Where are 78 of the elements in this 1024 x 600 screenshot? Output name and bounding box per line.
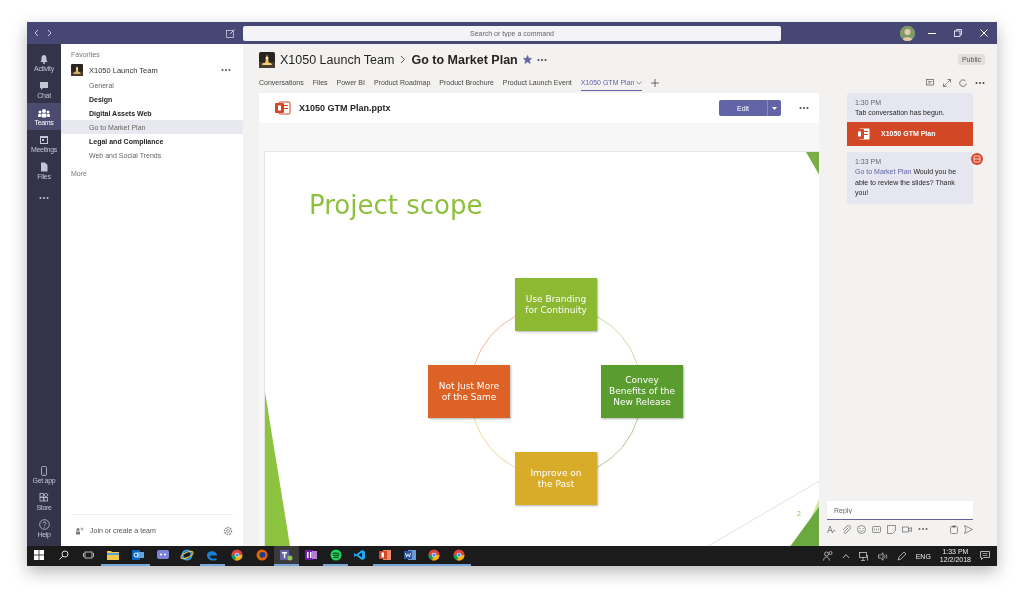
step-card: Not Just More of the Same xyxy=(428,365,510,418)
clipboard-icon[interactable] xyxy=(950,524,958,534)
conversation-icon[interactable] xyxy=(926,79,935,87)
more-icon[interactable] xyxy=(221,68,231,72)
more-icon[interactable] xyxy=(536,57,547,62)
windows-icon xyxy=(34,550,45,560)
phone-icon xyxy=(39,465,49,476)
close-icon xyxy=(980,29,988,37)
more-icon[interactable] xyxy=(39,195,49,200)
chevron-down-icon xyxy=(636,80,643,85)
avatar[interactable] xyxy=(900,25,915,41)
maximize-icon xyxy=(954,29,962,37)
back-icon[interactable] xyxy=(33,29,41,37)
gif-icon[interactable] xyxy=(872,524,881,534)
forward-icon[interactable] xyxy=(45,29,53,37)
refresh-icon[interactable] xyxy=(959,79,967,87)
video-icon[interactable] xyxy=(902,524,912,534)
bell-icon xyxy=(39,53,49,64)
store-icon xyxy=(39,492,49,503)
calendar-icon xyxy=(39,134,49,145)
edit-options-button[interactable] xyxy=(767,100,781,116)
browser-icon xyxy=(229,549,244,561)
browser-icon xyxy=(452,549,467,561)
presentation-file-icon xyxy=(275,100,291,116)
browser-icon xyxy=(205,549,220,561)
add-team-icon xyxy=(75,526,84,535)
connector-arc xyxy=(473,315,516,366)
avatar-icon xyxy=(971,153,983,166)
browser-icon xyxy=(254,549,269,561)
chat-app-icon xyxy=(155,549,170,561)
music-app-icon xyxy=(328,549,343,561)
sticker-icon[interactable] xyxy=(887,524,896,534)
format-icon[interactable] xyxy=(827,524,836,534)
team-title[interactable]: X1050 Launch Team xyxy=(280,52,395,67)
step-card: Use Branding for Continuity xyxy=(515,278,597,331)
channel-title: Go to Market Plan xyxy=(411,52,518,67)
slide-title: Project scope xyxy=(309,190,483,220)
people-icon xyxy=(38,107,50,118)
attach-icon[interactable] xyxy=(842,524,851,534)
team-app-icon xyxy=(279,549,294,561)
mail-app-icon xyxy=(131,549,146,561)
presentation-file-icon xyxy=(855,126,871,143)
people-icon[interactable] xyxy=(822,551,833,561)
network-icon[interactable] xyxy=(858,551,869,561)
add-icon[interactable] xyxy=(651,79,660,87)
settings-icon[interactable] xyxy=(223,525,233,536)
taskbar-button[interactable] xyxy=(273,546,299,566)
notebook-app-icon xyxy=(303,549,318,561)
step-card: Improve on the Past xyxy=(515,452,597,505)
browser-icon xyxy=(427,549,442,561)
volume-icon[interactable] xyxy=(877,551,888,561)
more-icon[interactable] xyxy=(799,106,809,110)
connector-arc xyxy=(596,417,639,469)
task-view-icon xyxy=(83,550,95,560)
expand-icon[interactable] xyxy=(943,79,951,87)
step-card: Convey Benefits of the New Release xyxy=(601,365,683,418)
chevron-up-icon[interactable] xyxy=(841,553,850,559)
send-icon[interactable] xyxy=(964,524,973,534)
folder-icon xyxy=(106,549,121,561)
browser-icon xyxy=(180,549,195,561)
chat-icon xyxy=(39,80,49,91)
more-icon[interactable] xyxy=(918,527,928,531)
file-icon xyxy=(39,161,49,172)
caret-icon xyxy=(772,106,777,110)
file-name: X1050 GTM Plan.pptx xyxy=(299,103,391,113)
connector-arc xyxy=(596,315,639,366)
pen-icon[interactable] xyxy=(896,551,907,561)
presentation-app-icon xyxy=(377,549,392,561)
help-icon xyxy=(38,519,50,530)
connector-arc xyxy=(473,417,516,469)
code-editor-icon xyxy=(353,549,368,561)
search-icon xyxy=(59,550,70,560)
star-icon[interactable] xyxy=(522,55,532,64)
notification-icon[interactable] xyxy=(980,551,991,561)
compose-icon[interactable] xyxy=(226,28,235,38)
document-app-icon xyxy=(402,549,417,561)
more-icon[interactable] xyxy=(975,81,985,85)
chevron-icon xyxy=(399,55,407,64)
